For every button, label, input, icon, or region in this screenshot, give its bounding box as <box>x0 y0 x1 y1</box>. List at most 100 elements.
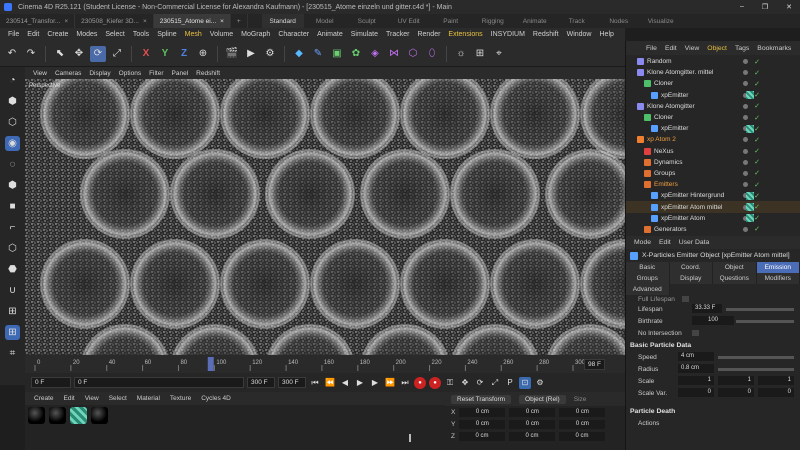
object-tree-item[interactable]: Cloner ✓ <box>626 112 800 123</box>
pen-icon[interactable]: ✎ <box>310 46 326 62</box>
enabled-check-icon[interactable]: ✓ <box>754 158 760 166</box>
menu-item[interactable]: Create <box>43 31 72 38</box>
enabled-check-icon[interactable]: ✓ <box>754 147 760 155</box>
magnet-icon[interactable]: ∪ <box>5 283 20 298</box>
object-tree-item[interactable]: xpEmitter ✓ <box>626 123 800 134</box>
scale-x-field[interactable]: 1 <box>678 376 714 385</box>
speed-field[interactable]: 4 cm <box>678 352 714 361</box>
enabled-check-icon[interactable]: ✓ <box>754 58 760 66</box>
enabled-check-icon[interactable]: ✓ <box>754 225 760 233</box>
start-frame-field[interactable]: 0 F <box>31 377 71 388</box>
axis-z-button[interactable]: Z <box>176 46 192 62</box>
radius-field[interactable]: 0.8 cm <box>678 364 714 373</box>
material-tag-icon[interactable] <box>746 91 754 100</box>
render-settings-icon[interactable]: ⚙ <box>262 46 278 62</box>
grid-icon[interactable]: ⊞ <box>472 46 488 62</box>
material-swatch[interactable] <box>28 407 45 424</box>
object-menu-item[interactable]: Object <box>703 45 731 52</box>
coordinate-mode-select[interactable]: Object (Rel) <box>519 394 566 404</box>
birthrate-slider[interactable] <box>736 320 794 323</box>
current-frame-field[interactable]: 98 F <box>583 359 605 370</box>
autokey-icon[interactable]: ● <box>429 376 441 389</box>
object-tree-item[interactable]: xp Atom 2 ✓ <box>626 134 800 145</box>
motion-icon[interactable]: ✥ <box>459 377 471 389</box>
tweak-icon[interactable]: ⬡ <box>5 241 20 256</box>
object-tree-item[interactable]: Groups ✓ <box>626 168 800 179</box>
object-menu-item[interactable]: View <box>681 45 704 52</box>
tab-object[interactable]: Object <box>713 262 757 273</box>
axis-mode-icon[interactable]: ⌐ <box>5 220 20 235</box>
pla-key-icon[interactable]: ⊡ <box>519 376 531 389</box>
layout-tab[interactable]: Track <box>556 14 598 28</box>
menu-item[interactable]: Animate <box>313 31 347 38</box>
attribute-menu-item[interactable]: Mode <box>630 239 655 246</box>
maximize-icon[interactable]: ❐ <box>762 3 768 11</box>
workplane-icon[interactable]: ⊞ <box>5 304 20 319</box>
enabled-check-icon[interactable]: ✓ <box>754 169 760 177</box>
material-menu-item[interactable]: Edit <box>59 395 80 402</box>
sketch-icon[interactable]: ⌖ <box>491 46 507 62</box>
menu-item[interactable]: Tools <box>129 31 153 38</box>
object-tree-item[interactable]: Klone Atomgitter. mittel ✓ <box>626 67 800 78</box>
menu-item[interactable]: Character <box>274 31 313 38</box>
scale-y-field[interactable]: 1 <box>718 376 754 385</box>
actions-row[interactable]: Actions <box>626 417 800 429</box>
layout-tab[interactable]: Model <box>304 14 346 28</box>
axis-x-button[interactable]: X <box>138 46 154 62</box>
record-icon[interactable]: ● <box>414 376 426 389</box>
material-tag-icon[interactable] <box>746 124 754 133</box>
material-swatch[interactable] <box>90 407 108 424</box>
position-field[interactable]: 0 cm <box>459 407 506 417</box>
rotation-field[interactable]: 0 cm <box>508 431 555 441</box>
minimize-icon[interactable]: – <box>740 3 744 11</box>
scene-icon[interactable]: ⬡ <box>405 46 421 62</box>
points-mode-icon[interactable]: ◉ <box>5 136 20 151</box>
material-menu-item[interactable]: Cycles 4D <box>196 395 236 402</box>
cloner-icon[interactable]: ✿ <box>348 46 364 62</box>
menu-item[interactable]: Spline <box>153 31 180 38</box>
menu-item[interactable]: INSYDIUM <box>487 31 529 38</box>
end-frame-field[interactable]: 300 F <box>247 377 275 388</box>
texture-mode-icon[interactable]: ⬡ <box>5 115 20 130</box>
size-mode-label[interactable]: Size <box>574 396 587 403</box>
size-field[interactable]: 0 cm <box>559 419 606 429</box>
menu-item[interactable]: Render <box>413 31 444 38</box>
object-menu-item[interactable]: File <box>642 45 661 52</box>
enabled-check-icon[interactable]: ✓ <box>754 114 760 122</box>
enabled-check-icon[interactable]: ✓ <box>754 214 760 222</box>
visibility-dot-icon[interactable] <box>743 226 748 232</box>
menu-item[interactable]: MoGraph <box>237 31 274 38</box>
speed-slider[interactable] <box>718 356 794 359</box>
size-field[interactable]: 0 cm <box>559 407 606 417</box>
enabled-check-icon[interactable]: ✓ <box>754 136 760 144</box>
viewport-menu-item[interactable]: Display <box>85 70 114 77</box>
timeline-ruler[interactable]: 0 20 40 60 80 100 120 140 160 180 200 220 240 260 280 3… <box>25 355 625 373</box>
object-tree-item[interactable]: xpEmitter Atom mittel ✓ <box>626 201 800 213</box>
layout-tab[interactable]: Paint <box>430 14 472 28</box>
viewport-menu-item[interactable]: Panel <box>168 70 193 77</box>
menu-item[interactable]: Select <box>101 31 128 38</box>
enabled-check-icon[interactable]: ✓ <box>754 69 760 77</box>
move-icon[interactable]: ✥ <box>71 46 87 62</box>
rotation-field[interactable]: 0 cm <box>509 419 556 429</box>
lifespan-field[interactable]: 33.33 F <box>692 304 722 313</box>
close-icon[interactable]: ✕ <box>786 3 792 11</box>
field-icon[interactable]: ⋈ <box>386 46 402 62</box>
attribute-menu-item[interactable]: Edit <box>655 239 675 246</box>
object-tree-item[interactable]: xpEmitter Hintergrund ✓ <box>626 190 800 201</box>
enabled-check-icon[interactable]: ✓ <box>754 192 760 200</box>
object-tree-item[interactable]: Generators ✓ <box>626 224 800 235</box>
reset-transform-button[interactable]: Reset Transform <box>451 394 512 404</box>
menu-item[interactable]: Help <box>596 31 618 38</box>
object-mode-icon[interactable]: ⬢ <box>5 94 20 109</box>
cube-icon[interactable]: ◆ <box>291 46 307 62</box>
menu-item[interactable]: Simulate <box>347 31 382 38</box>
object-tree-item[interactable]: Cloner ✓ <box>626 78 800 89</box>
grid-snap-icon[interactable]: ⊞ <box>5 325 20 340</box>
rotate-icon[interactable]: ⟳ <box>90 45 106 62</box>
prev-key-icon[interactable]: ⏪ <box>324 377 336 389</box>
menu-item[interactable]: Mesh <box>181 31 206 38</box>
uv-mode-icon[interactable]: ■ <box>5 199 20 214</box>
layout-tab[interactable]: Rigging <box>472 14 514 28</box>
enabled-check-icon[interactable]: ✓ <box>754 80 760 88</box>
